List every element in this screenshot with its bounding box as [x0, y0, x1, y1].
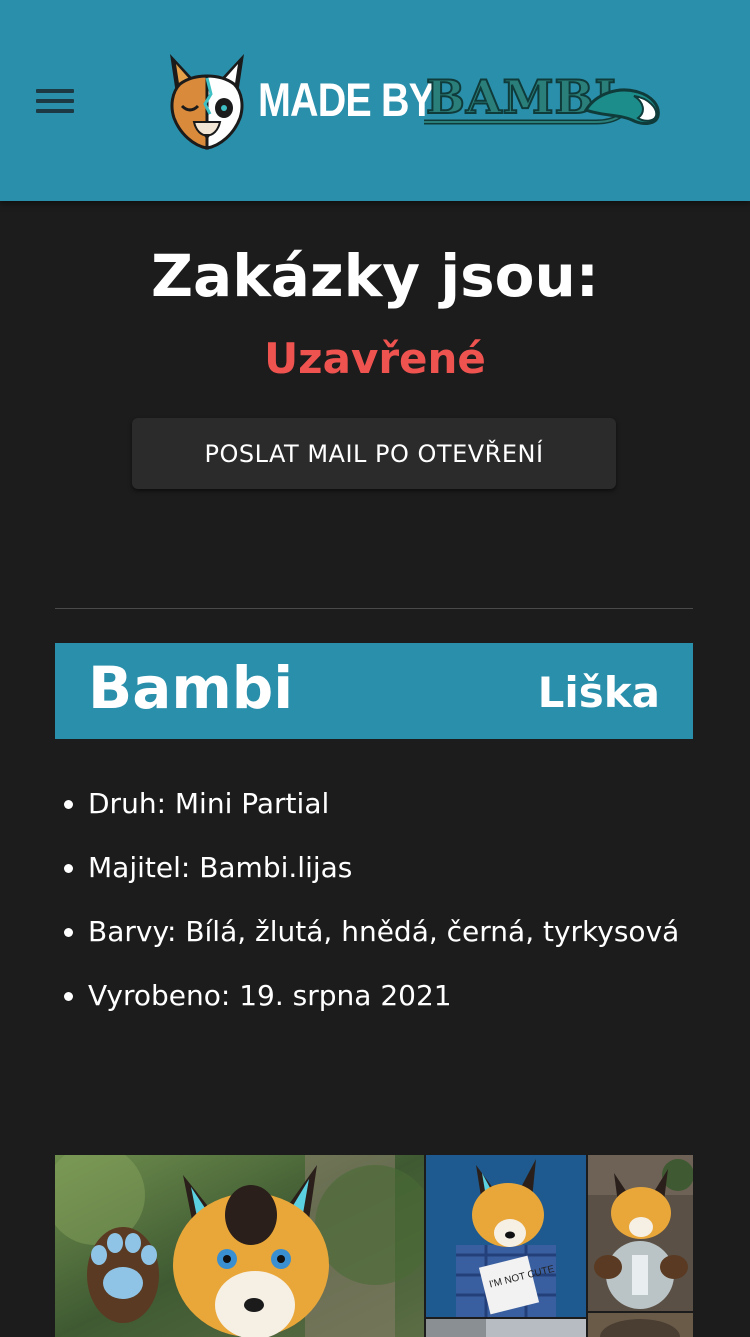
hamburger-menu-icon[interactable]: [36, 86, 74, 116]
suit-name: Bambi: [88, 654, 294, 722]
gallery-photo-5[interactable]: [588, 1313, 693, 1337]
detail-colors: Barvy: Bílá, žlutá, hnědá, černá, tyrkys…: [64, 908, 688, 956]
commissions-title: Zakázky jsou:: [151, 242, 599, 310]
fox-tail-icon: [583, 88, 660, 125]
suit-card-header: Bambi Liška: [55, 643, 693, 739]
gallery-photo-3[interactable]: [588, 1155, 693, 1311]
suit-gallery: I'M NOT CUTE: [55, 1155, 693, 1337]
detail-made-date: Vyrobeno: 19. srpna 2021: [64, 972, 688, 1020]
suit-details-list: Druh: Mini Partial Majitel: Bambi.lijas …: [64, 780, 688, 1036]
detail-owner: Majitel: Bambi.lijas: [64, 844, 688, 892]
detail-type: Druh: Mini Partial: [64, 780, 688, 828]
gallery-photo-4[interactable]: [426, 1319, 586, 1337]
site-header: MADE BY BAMBI: [0, 0, 750, 201]
site-logo[interactable]: MADE BY BAMBI: [164, 48, 664, 154]
gallery-photo-1[interactable]: [55, 1155, 424, 1337]
suit-species: Liška: [537, 668, 660, 717]
logo-made-by-text: MADE BY: [258, 73, 435, 126]
notify-on-open-button[interactable]: POSLAT MAIL PO OTEVŘENÍ: [132, 418, 616, 489]
commissions-status: Uzavřené: [264, 334, 486, 383]
fox-skull-logo-icon: [170, 54, 244, 150]
section-divider: [55, 608, 693, 609]
gallery-photo-2[interactable]: I'M NOT CUTE: [426, 1155, 586, 1317]
